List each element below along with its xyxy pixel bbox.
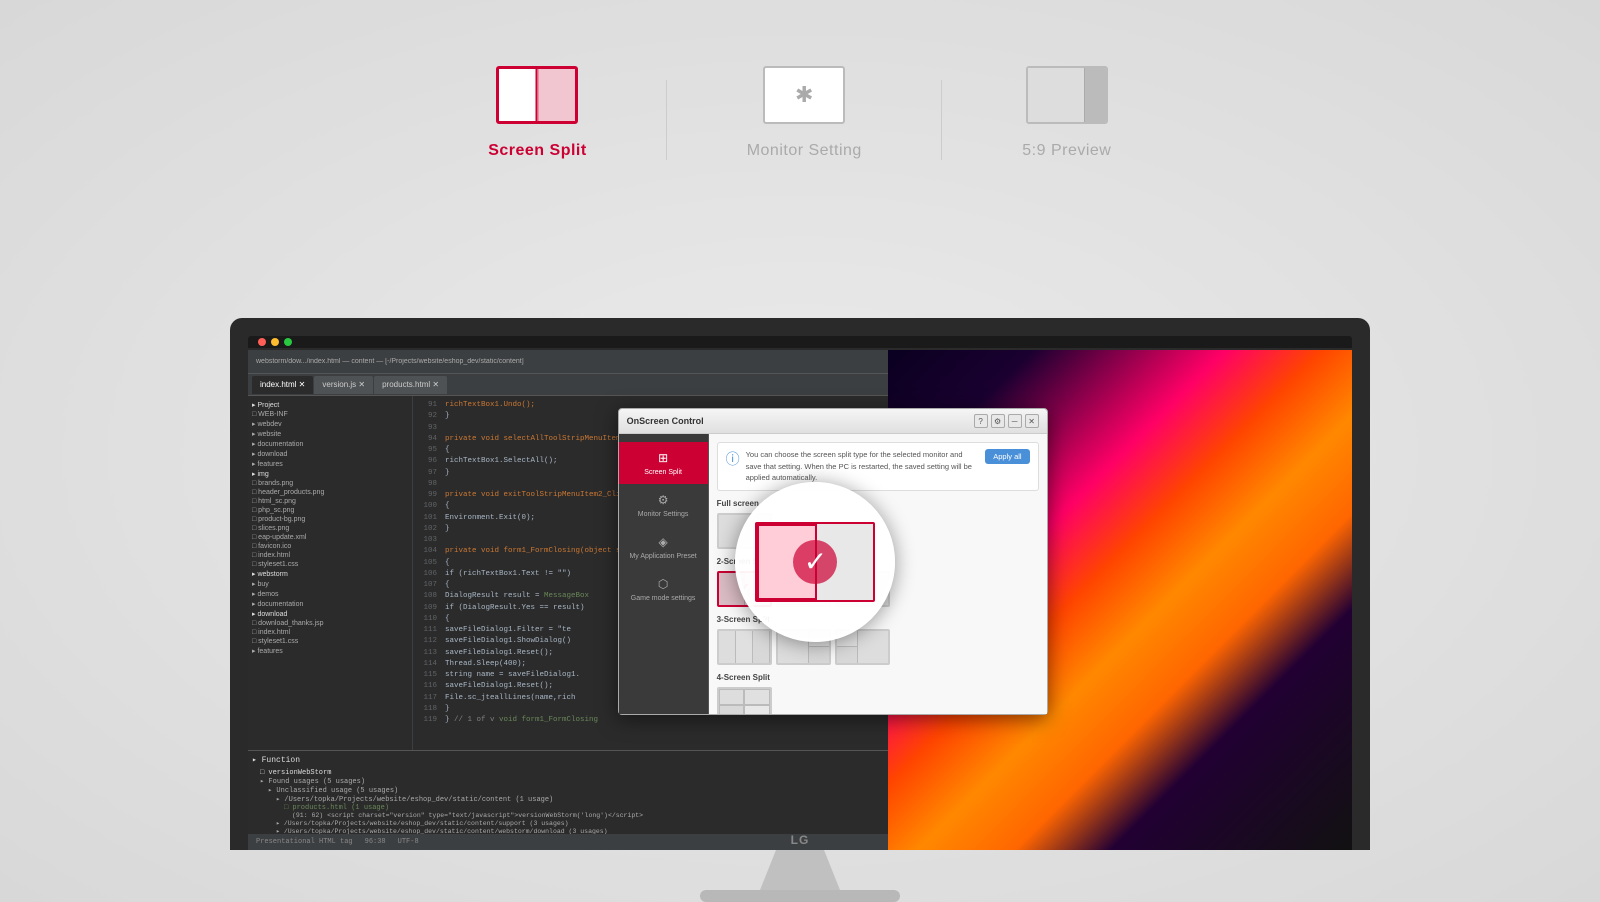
info-icon: ⓘ <box>726 449 740 469</box>
file-tree-item: ▸ features <box>248 459 412 469</box>
maximize-dot <box>284 338 292 346</box>
split-option-3col[interactable] <box>717 629 772 665</box>
status-encoding: UTF-8 <box>398 838 419 846</box>
file-tree-item: ▸ features <box>248 646 412 656</box>
minimize-dot <box>271 338 279 346</box>
file-tree-item: □ favicon.ico <box>248 542 412 551</box>
onscreen-control-dialog: OnScreen Control ? ⚙ ─ ✕ ⊞ Screen Split … <box>618 408 1048 715</box>
file-tree-item: □ eap-update.xml <box>248 533 412 542</box>
check-circle: ✓ <box>793 540 837 584</box>
feature-item-monitor-setting[interactable]: ✱ Monitor Setting <box>667 60 942 160</box>
apply-all-button[interactable]: Apply all <box>985 449 1029 464</box>
monitor-top-bar <box>248 336 1352 348</box>
osc-sidebar-game-mode-label: Game mode settings <box>631 595 696 602</box>
preview-icon-wrap <box>1022 60 1112 130</box>
preview-label: 5:9 Preview <box>1022 142 1111 160</box>
monitor-base <box>700 890 900 902</box>
osc-sidebar-monitor-settings-label: Monitor Settings <box>638 511 689 518</box>
feature-bar: Screen Split ✱ Monitor Setting 5:9 Previ… <box>0 60 1600 160</box>
ide-tab-products[interactable]: products.html ✕ <box>374 376 447 394</box>
file-tree-item: ▸ demos <box>248 589 412 599</box>
monitor-container: webstorm/dow.../index.html — content — [… <box>230 318 1370 902</box>
screen-split-label: Screen Split <box>488 142 586 160</box>
lg-logo: LG <box>791 833 810 847</box>
osc-sidebar-game-mode[interactable]: ⬡ Game mode settings <box>619 568 708 610</box>
4-screen-options <box>717 687 1039 715</box>
osc-sidebar-screen-split[interactable]: ⊞ Screen Split <box>619 442 708 484</box>
status-pos: 96:38 <box>365 838 386 846</box>
osc-close-btn[interactable]: ✕ <box>1025 414 1039 428</box>
file-tree-item: ▸ Project <box>248 400 412 410</box>
osc-window-controls: ? ⚙ ─ ✕ <box>974 414 1039 428</box>
ide-tabs: index.html ✕ version.js ✕ products.html … <box>248 374 888 396</box>
ide-title-bar: webstorm/dow.../index.html — content — [… <box>248 350 888 374</box>
game-mode-sidebar-icon: ⬡ <box>655 576 671 592</box>
osc-dialog-title: OnScreen Control <box>627 416 704 426</box>
ide-tab-index[interactable]: index.html ✕ <box>252 376 313 394</box>
file-tree-item: □ php_sc.png <box>248 506 412 515</box>
monitor-setting-icon: ✱ <box>763 66 845 124</box>
file-tree-item: □ WEB-INF <box>248 410 412 419</box>
file-tree-item: □ styleset1.css <box>248 560 412 569</box>
osc-sidebar-screen-split-label: Screen Split <box>644 469 682 476</box>
file-tree-item: □ product-bg.png <box>248 515 412 524</box>
file-tree-item: □ header_products.png <box>248 488 412 497</box>
file-tree-item: ▸ webdev <box>248 419 412 429</box>
file-tree-item: ▸ webstorm <box>248 569 412 579</box>
feature-item-preview[interactable]: 5:9 Preview <box>942 60 1192 160</box>
monitor-setting-label: Monitor Setting <box>747 142 862 160</box>
gear-icon: ✱ <box>795 82 813 108</box>
3-screen-options <box>717 629 1039 665</box>
monitor-setting-icon-wrap: ✱ <box>759 60 849 130</box>
osc-sidebar: ⊞ Screen Split ⚙ Monitor Settings ◈ My A… <box>619 434 709 714</box>
file-tree-item: ▸ documentation <box>248 599 412 609</box>
file-tree-item: ▸ website <box>248 429 412 439</box>
file-tree-item: ▸ download <box>248 449 412 459</box>
file-tree-item: □ index.html <box>248 551 412 560</box>
osc-sidebar-app-preset-label: My Application Preset <box>629 553 696 560</box>
file-tree-item: □ download_thanks.jsp <box>248 619 412 628</box>
file-tree-item: □ index.html <box>248 628 412 637</box>
file-tree-item: □ slices.png <box>248 524 412 533</box>
monitor-settings-sidebar-icon: ⚙ <box>655 492 671 508</box>
osc-info-btn[interactable]: ? <box>974 414 988 428</box>
ide-title-text: webstorm/dow.../index.html — content — [… <box>256 358 524 365</box>
split-option-4col[interactable] <box>717 687 772 715</box>
circle-zoom-content: ✓ <box>755 522 875 602</box>
monitor-stand <box>760 850 840 890</box>
osc-info-box: ⓘ Apply all You can choose the screen sp… <box>717 442 1039 491</box>
app-preset-sidebar-icon: ◈ <box>655 534 671 550</box>
osc-minimize-btn[interactable]: ─ <box>1008 414 1022 428</box>
osc-settings-btn[interactable]: ⚙ <box>991 414 1005 428</box>
file-tree-item: □ styleset1.css <box>248 637 412 646</box>
feature-item-screen-split[interactable]: Screen Split <box>408 60 666 160</box>
screen-split-sidebar-icon: ⊞ <box>655 450 671 466</box>
close-dot <box>258 338 266 346</box>
screen-split-icon-wrap <box>492 60 582 130</box>
osc-sidebar-monitor-settings[interactable]: ⚙ Monitor Settings <box>619 484 708 526</box>
file-tree-item: ▸ download <box>248 609 412 619</box>
osc-title-bar: OnScreen Control ? ⚙ ─ ✕ <box>619 409 1047 434</box>
file-tree-item: □ html_sc.png <box>248 497 412 506</box>
file-tree-item: □ brands.png <box>248 479 412 488</box>
osc-info-text: You can choose the screen split type for… <box>746 450 972 482</box>
preview-icon <box>1026 66 1108 124</box>
ide-tab-version[interactable]: version.js ✕ <box>314 376 373 394</box>
osc-sidebar-app-preset[interactable]: ◈ My Application Preset <box>619 526 708 568</box>
screen-split-icon <box>496 66 578 124</box>
file-tree-item: ▸ buy <box>248 579 412 589</box>
file-tree-item: ▸ documentation <box>248 439 412 449</box>
section-4-screen: 4-Screen Split <box>717 673 1039 682</box>
status-tag: Presentational HTML tag <box>256 838 353 846</box>
file-tree-item: ▸ img <box>248 469 412 479</box>
circle-zoom-overlay: ✓ <box>735 482 895 642</box>
